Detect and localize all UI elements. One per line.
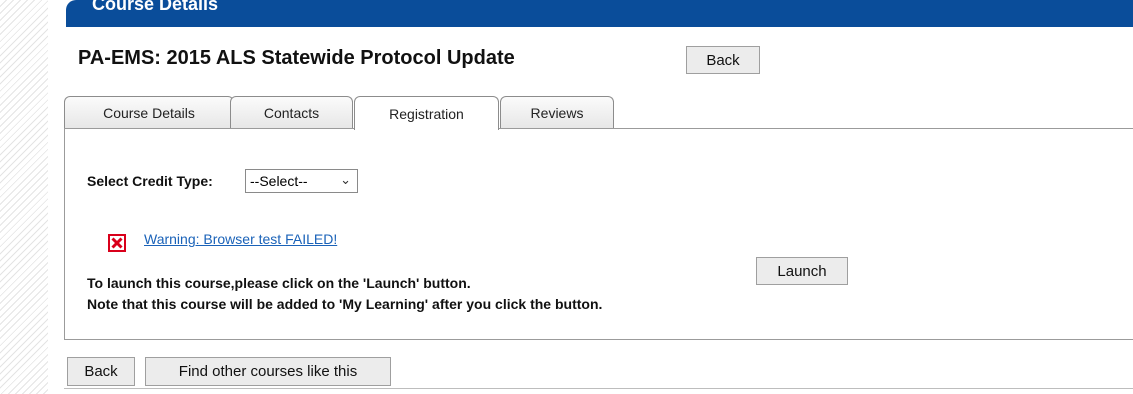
tab-contacts[interactable]: Contacts: [230, 96, 353, 129]
launch-button[interactable]: Launch: [756, 257, 848, 285]
browser-test-warning-link[interactable]: Warning: Browser test FAILED!: [144, 231, 337, 247]
my-learning-note-text: Note that this course will be added to '…: [87, 296, 603, 312]
hatched-margin: [0, 0, 48, 394]
section-header-title: Course Details: [92, 0, 219, 14]
footer-divider: [64, 388, 1133, 389]
credit-type-label: Select Credit Type:: [87, 173, 213, 189]
back-button-top[interactable]: Back: [686, 46, 760, 74]
chevron-down-icon: ⌄: [340, 172, 351, 187]
section-header: Course Details: [66, 0, 1133, 27]
tab-registration[interactable]: Registration: [354, 96, 499, 130]
tab-reviews[interactable]: Reviews: [500, 96, 614, 129]
credit-type-select[interactable]: --Select-- ⌄: [245, 169, 358, 193]
page-title: PA-EMS: 2015 ALS Statewide Protocol Upda…: [78, 47, 515, 69]
red-x-icon: [108, 234, 126, 252]
credit-type-value: --Select--: [250, 173, 308, 189]
tab-course-details[interactable]: Course Details: [64, 96, 234, 129]
find-similar-courses-button[interactable]: Find other courses like this: [145, 357, 391, 386]
back-button-bottom[interactable]: Back: [67, 357, 135, 386]
launch-instruction-text: To launch this course,please click on th…: [87, 275, 471, 291]
